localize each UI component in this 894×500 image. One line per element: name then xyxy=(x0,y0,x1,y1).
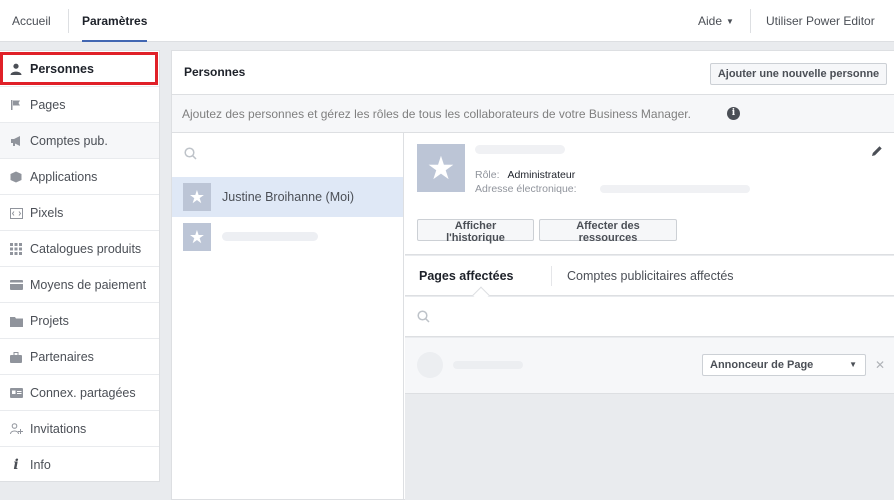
blurred-page-name xyxy=(453,361,523,369)
assets-search[interactable] xyxy=(405,297,894,337)
role-value: Administrateur xyxy=(507,169,576,181)
sidebar-item-label: Info xyxy=(30,458,51,472)
person-icon xyxy=(9,51,23,87)
cube-icon xyxy=(9,159,23,195)
blurred-page-avatar xyxy=(417,352,443,378)
folder-icon xyxy=(9,303,23,339)
sidebar-item-pixels[interactable]: Pixels xyxy=(0,195,159,231)
sidebar-item-label: Applications xyxy=(30,170,98,184)
role-select-value: Annonceur de Page xyxy=(710,359,814,371)
tab-settings[interactable]: Paramètres xyxy=(82,0,148,42)
sidebar-item-label: Comptes pub. xyxy=(30,134,108,148)
sidebar-item-catalogues[interactable]: Catalogues produits xyxy=(0,231,159,267)
person-name: Justine Broihanne (Moi) xyxy=(222,190,355,204)
briefcase-icon xyxy=(9,339,23,375)
asset-tabs: Pages affectées Comptes publicitaires af… xyxy=(405,256,894,304)
sidebar-item-label: Connex. partagées xyxy=(30,386,136,400)
sidebar-item-label: Catalogues produits xyxy=(30,242,142,256)
help-label: Aide xyxy=(698,14,723,28)
tab-comptes-affectes[interactable]: Comptes publicitaires affectés xyxy=(567,256,734,296)
sidebar-item-personnes[interactable]: Personnes xyxy=(0,51,159,87)
page-title: Personnes xyxy=(184,65,246,79)
chevron-down-icon: ▼ xyxy=(849,360,857,369)
tab-home[interactable]: Accueil xyxy=(12,0,51,42)
sidebar-item-label: Projets xyxy=(30,314,69,328)
code-icon xyxy=(9,195,23,231)
help-menu[interactable]: Aide ▼ xyxy=(698,0,734,42)
sidebar-item-applications[interactable]: Applications xyxy=(0,159,159,195)
top-navigation-bar: Accueil Paramètres Aide ▼ Utiliser Power … xyxy=(0,0,894,42)
sidebar-item-info[interactable]: i Info xyxy=(0,447,159,483)
sidebar-item-pages[interactable]: Pages xyxy=(0,87,159,123)
description-text: Ajoutez des personnes et gérez les rôles… xyxy=(182,107,691,121)
panel-header: Personnes Ajouter une nouvelle personne xyxy=(172,51,894,95)
sidebar-item-projets[interactable]: Projets xyxy=(0,303,159,339)
asset-role-select[interactable]: Annonceur de Page ▼ xyxy=(702,354,866,376)
sidebar-item-label: Pages xyxy=(30,98,66,112)
megaphone-icon xyxy=(9,123,23,159)
blurred-person-name xyxy=(222,232,318,241)
people-search[interactable] xyxy=(172,133,403,177)
card-icon xyxy=(9,267,23,303)
sidebar-item-partenaires[interactable]: Partenaires xyxy=(0,339,159,375)
blurred-email xyxy=(600,185,750,193)
star-avatar-icon: ★ xyxy=(183,223,211,251)
grid-icon xyxy=(9,231,23,267)
sidebar: Personnes Pages Comptes pub. Application… xyxy=(0,50,160,483)
email-label: Adresse électronique: xyxy=(475,183,577,195)
sidebar-item-invitations[interactable]: Invitations xyxy=(0,411,159,447)
info-icon: i xyxy=(13,457,19,473)
star-avatar-icon: ★ xyxy=(417,144,465,192)
sidebar-item-label: Pixels xyxy=(30,206,64,220)
divider xyxy=(68,9,69,33)
sidebar-item-label: Moyens de paiement xyxy=(30,278,147,292)
chevron-down-icon: ▼ xyxy=(726,16,734,26)
sidebar-item-connexions-partagees[interactable]: Connex. partagées xyxy=(0,375,159,411)
view-history-button[interactable]: Afficher l'historique xyxy=(417,219,534,244)
info-icon[interactable]: i xyxy=(727,107,740,120)
sidebar-item-label: Invitations xyxy=(30,422,87,436)
person-row[interactable]: ★ xyxy=(172,217,403,257)
search-icon xyxy=(184,147,197,163)
close-icon[interactable]: ✕ xyxy=(875,354,885,376)
role-line: Rôle: Administrateur xyxy=(475,169,575,181)
people-list: ★ Justine Broihanne (Moi) ★ xyxy=(172,133,404,500)
description-bar: Ajoutez des personnes et gérez les rôles… xyxy=(172,95,894,133)
assign-assets-button[interactable]: Affecter des ressources xyxy=(539,219,677,244)
role-label: Rôle: xyxy=(475,169,500,181)
person-row-selected[interactable]: ★ Justine Broihanne (Moi) xyxy=(172,177,403,217)
tab-pages-affectees[interactable]: Pages affectées xyxy=(419,256,514,296)
sidebar-item-label: Partenaires xyxy=(30,350,94,364)
add-person-icon xyxy=(9,411,23,447)
pencil-icon[interactable] xyxy=(871,145,883,160)
power-editor-link[interactable]: Utiliser Power Editor xyxy=(766,0,875,42)
divider xyxy=(551,266,552,286)
main-panel: Personnes Ajouter une nouvelle personne … xyxy=(171,50,894,500)
star-avatar-icon: ★ xyxy=(183,183,211,211)
flag-icon xyxy=(9,87,23,123)
sidebar-item-comptes-pub[interactable]: Comptes pub. xyxy=(0,123,159,159)
person-detail: ★ Rôle: Administrateur Adresse électroniq… xyxy=(405,133,894,500)
asset-row: Annonceur de Page ▼ ✕ xyxy=(405,338,894,394)
blurred-profile-name xyxy=(475,145,565,154)
id-card-icon xyxy=(9,375,23,411)
sidebar-item-label: Personnes xyxy=(30,62,94,76)
divider xyxy=(750,9,751,33)
profile-card: ★ Rôle: Administrateur Adresse électroniq… xyxy=(405,133,894,255)
search-icon xyxy=(417,310,430,326)
sidebar-item-moyens-paiement[interactable]: Moyens de paiement xyxy=(0,267,159,303)
add-person-button[interactable]: Ajouter une nouvelle personne xyxy=(710,63,887,85)
